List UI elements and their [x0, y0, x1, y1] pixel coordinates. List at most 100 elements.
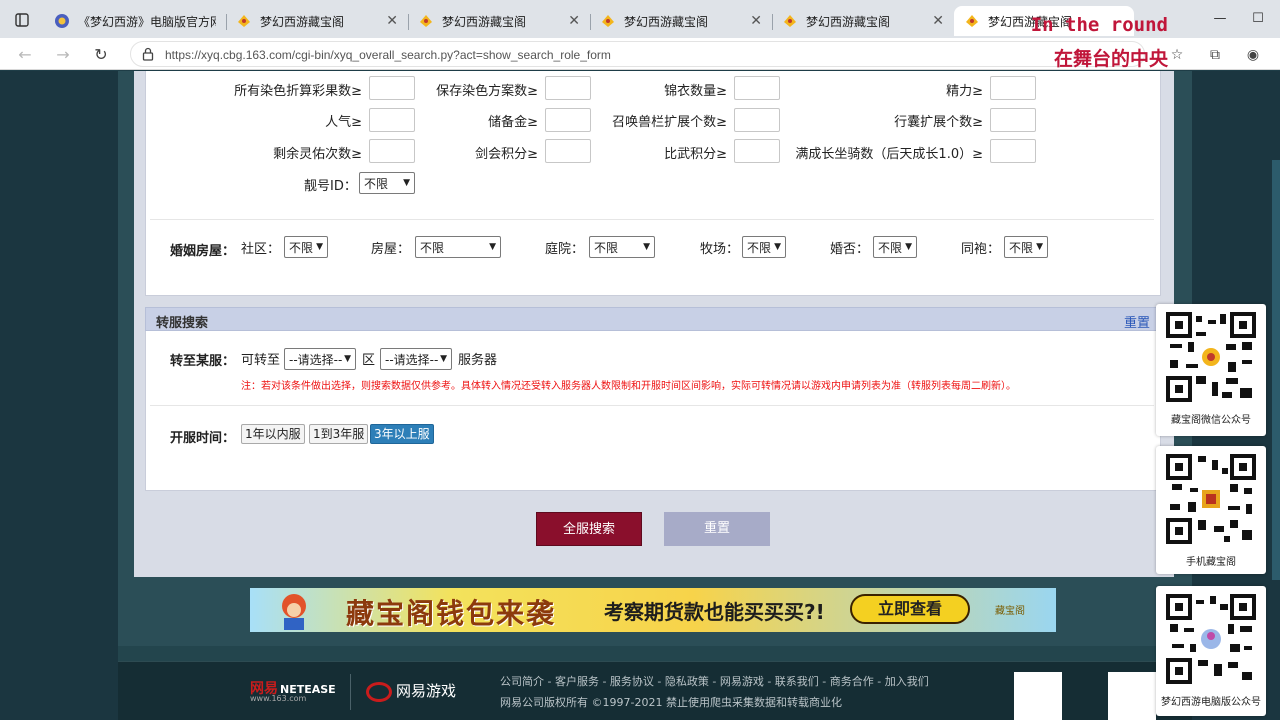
- pasture-select[interactable]: 不限 ▼: [742, 236, 786, 258]
- reset-button[interactable]: 重置: [664, 512, 770, 546]
- house-select[interactable]: 不限 ▼: [415, 236, 501, 258]
- filter-input-popularity[interactable]: [369, 108, 415, 132]
- browser-tab-1[interactable]: 《梦幻西游》电脑版官方网: [44, 6, 226, 36]
- chevron-down-icon: ▼: [344, 354, 351, 364]
- qr-code-icon: [1166, 594, 1256, 684]
- sworn-select-value: 不限: [1009, 240, 1034, 255]
- community-select[interactable]: 不限 ▼: [284, 236, 328, 258]
- transfer-server-select-value: --请选择--: [385, 352, 439, 367]
- footer-divider: [350, 674, 351, 710]
- community-label: 社区：: [241, 242, 281, 257]
- marriage-house-title: 婚姻房屋：: [170, 244, 236, 259]
- open-time-title: 开服时间：: [170, 431, 236, 446]
- cbg-favicon-icon: [966, 15, 978, 27]
- married-select[interactable]: 不限 ▼: [873, 236, 917, 258]
- browser-tab-4[interactable]: 梦幻西游藏宝阁 ✕: [590, 6, 772, 36]
- cbg-favicon-icon: [238, 15, 250, 27]
- house-select-value: 不限: [420, 240, 445, 255]
- zone-label: 区: [362, 353, 376, 368]
- qr-code-icon: [1166, 312, 1256, 402]
- filter-input-blessing-left[interactable]: [369, 139, 415, 163]
- forward-arrow-icon[interactable]: →: [52, 43, 74, 65]
- filter-input-bag-slots[interactable]: [990, 108, 1036, 132]
- filter-input-full-growth-mounts[interactable]: [990, 139, 1036, 163]
- filter-input-pet-slots[interactable]: [734, 108, 780, 132]
- url-bar[interactable]: https://xyq.cbg.163.com/cgi-bin/xyq_over…: [130, 41, 1145, 67]
- favorites-star-icon[interactable]: ☆: [1168, 46, 1186, 64]
- open-time-under-1y[interactable]: 1年以内服: [241, 424, 305, 444]
- browser-tab-2[interactable]: 梦幻西游藏宝阁 ✕: [226, 6, 408, 36]
- page-content: 所有染色折算彩果数≥ 保存染色方案数≥ 锦衣数量≥ 精力≥ 人气≥ 储备金≥ 召…: [0, 71, 1280, 720]
- all-server-search-button[interactable]: 全服搜索: [536, 512, 642, 546]
- netease-logo-url: www.163.com: [250, 694, 307, 703]
- transfer-server-select[interactable]: --请选择-- ▼: [380, 348, 452, 370]
- filter-label-dye-schemes: 保存染色方案数≥: [436, 84, 538, 99]
- filter-input-arena-points[interactable]: [734, 139, 780, 163]
- banner-cbg-logo: 藏宝阁: [995, 606, 1025, 617]
- hero-character-icon: [282, 594, 306, 630]
- right-edge-strip: [1272, 160, 1280, 580]
- netease-games-logo[interactable]: 网易游戏: [366, 680, 456, 702]
- transfer-note: 注：若对该条件做出选择，则搜索数据仅供参考。具体转入情况还受转入服务器人数限制和…: [241, 381, 1016, 392]
- chevron-down-icon: ▼: [643, 242, 650, 252]
- open-time-over-3y[interactable]: 3年以上服: [370, 424, 434, 444]
- close-tab-icon[interactable]: ✕: [386, 13, 398, 29]
- qr-card-mobile[interactable]: 手机藏宝阁: [1156, 446, 1266, 574]
- tab-actions-icon[interactable]: [8, 8, 36, 32]
- filter-input-dye-schemes[interactable]: [545, 76, 591, 100]
- refresh-icon[interactable]: ↻: [90, 43, 112, 65]
- netease-games-ring-icon: [366, 681, 392, 702]
- close-tab-icon[interactable]: ✕: [568, 13, 580, 29]
- wallet-promo-banner[interactable]: 藏宝阁钱包来袭 考察期货款也能买买买?! 立即查看 藏宝阁: [250, 588, 1056, 632]
- back-arrow-icon[interactable]: ←: [14, 43, 36, 65]
- sworn-select[interactable]: 不限 ▼: [1004, 236, 1048, 258]
- transfer-zone-select[interactable]: --请选择-- ▼: [284, 348, 356, 370]
- url-text[interactable]: https://xyq.cbg.163.com/cgi-bin/xyq_over…: [165, 48, 611, 62]
- overlay-caption-line2: 在舞台的中央: [1053, 48, 1168, 70]
- filter-label-blessing-left: 剩余灵佑次数≥: [273, 147, 362, 162]
- profile-icon[interactable]: ◉: [1244, 46, 1262, 64]
- courtyard-select[interactable]: 不限 ▼: [589, 236, 655, 258]
- open-time-1-to-3y[interactable]: 1到3年服: [309, 424, 369, 444]
- qr-card-caption: 手机藏宝阁: [1186, 557, 1236, 568]
- maximize-icon[interactable]: ☐: [1244, 8, 1272, 30]
- footer-copyright: 网易公司版权所有 ©1997-2021 禁止使用爬虫采集数据和转载商业化: [500, 696, 842, 709]
- banner-subline: 考察期货款也能买买买?!: [604, 600, 825, 624]
- qr-card-pc-official[interactable]: 梦幻西游电脑版公众号: [1156, 586, 1266, 716]
- pretty-id-select[interactable]: 不限 ▼: [359, 172, 415, 194]
- filter-input-dye-fruit[interactable]: [369, 76, 415, 100]
- sworn-label: 同袍：: [961, 242, 1001, 257]
- tab-title: 梦幻西游藏宝阁: [806, 14, 891, 29]
- qr-code-icon: [1166, 454, 1256, 544]
- minimize-icon[interactable]: —: [1206, 8, 1234, 30]
- netease-logo[interactable]: 网易 NETEASE www.163.com: [250, 678, 336, 703]
- banner-headline: 藏宝阁钱包来袭: [346, 597, 557, 630]
- filter-input-energy[interactable]: [990, 76, 1036, 100]
- filter-input-reserve-gold[interactable]: [545, 108, 591, 132]
- overlay-caption-line1: In the round: [1030, 14, 1168, 36]
- close-tab-icon[interactable]: ✕: [932, 13, 944, 29]
- footer-links[interactable]: 公司简介 - 客户服务 - 服务协议 - 隐私政策 - 网易游戏 - 联系我们 …: [500, 673, 929, 689]
- game-favicon-icon: [55, 14, 69, 28]
- filter-input-outfit-count[interactable]: [734, 76, 780, 100]
- browser-tab-5[interactable]: 梦幻西游藏宝阁 ✕: [772, 6, 954, 36]
- transfer-section-header: 转服搜索 重置: [145, 307, 1161, 331]
- qr-card-caption: 藏宝阁微信公众号: [1171, 415, 1251, 426]
- filter-label-energy: 精力≥: [946, 84, 983, 99]
- lock-icon[interactable]: [141, 47, 155, 61]
- transfer-reset-link[interactable]: 重置: [1124, 312, 1150, 331]
- qr-card-wechat[interactable]: 藏宝阁微信公众号: [1156, 304, 1266, 436]
- filter-label-full-growth-mounts: 满成长坐骑数（后天成长1.0）≥: [795, 147, 983, 162]
- browser-tab-3[interactable]: 梦幻西游藏宝阁 ✕: [408, 6, 590, 36]
- close-tab-icon[interactable]: ✕: [750, 13, 762, 29]
- cbg-favicon-icon: [420, 15, 432, 27]
- footer-qr-code-icon: [1014, 672, 1062, 720]
- filter-label-dye-fruit: 所有染色折算彩果数≥: [234, 84, 362, 99]
- chevron-down-icon: ▼: [489, 242, 496, 252]
- collections-icon[interactable]: ⧉: [1206, 46, 1224, 64]
- banner-cta-button[interactable]: 立即查看: [850, 594, 970, 624]
- filter-input-sword-points[interactable]: [545, 139, 591, 163]
- filter-label-bag-slots: 行囊扩展个数≥: [894, 115, 983, 130]
- pretty-id-select-value: 不限: [364, 176, 389, 191]
- site-footer: 网易 NETEASE www.163.com 网易游戏 公司简介 - 客户服务 -…: [118, 661, 1192, 720]
